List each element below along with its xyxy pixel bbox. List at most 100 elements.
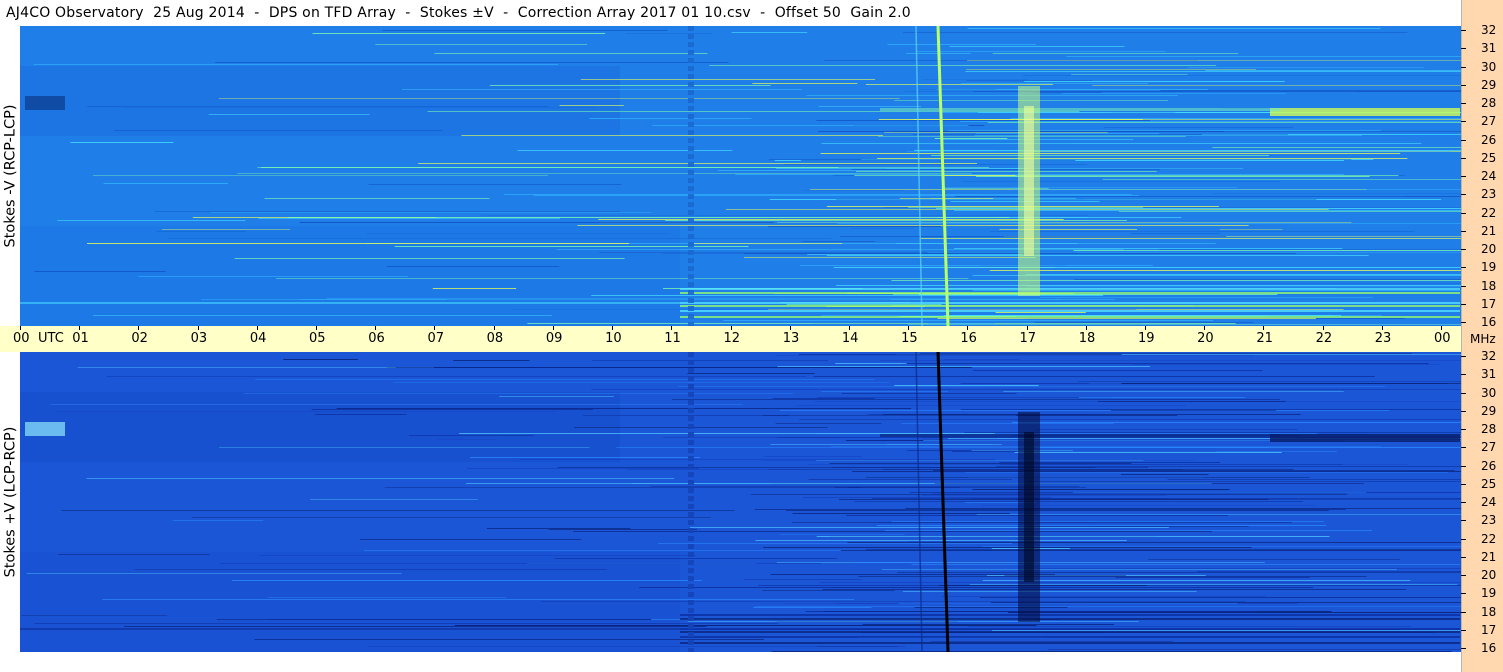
spectrogram-streak	[986, 389, 1380, 390]
vertical-stripe	[688, 616, 694, 621]
vertical-stripe	[688, 576, 694, 581]
spectrogram-streak	[162, 229, 291, 230]
spectrogram-streak	[1024, 81, 1285, 82]
spectrogram-streak	[310, 499, 478, 500]
vertical-stripe	[688, 210, 694, 215]
spectrogram-streak	[865, 84, 1053, 85]
interference-band	[680, 636, 1460, 638]
freq-tick-mark	[1461, 593, 1466, 595]
spectrogram-streak	[658, 543, 1013, 544]
spectrogram-streak	[853, 562, 943, 563]
spectrogram-streak	[662, 437, 922, 438]
time-tick-label: 10	[605, 331, 622, 346]
spectrogram-streak	[50, 404, 743, 405]
vertical-stripe	[688, 408, 694, 413]
spectrogram-streak	[1148, 559, 1400, 560]
vertical-stripe	[688, 114, 694, 119]
freq-tick-label: 18	[1481, 278, 1497, 293]
vertical-stripe	[688, 544, 694, 549]
spectrogram-streak	[1131, 364, 1440, 365]
spectrogram-streak	[755, 540, 1127, 541]
spectrogram-streak	[883, 469, 1294, 470]
spectrogram-streak	[884, 530, 1372, 531]
vertical-stripe	[688, 306, 694, 311]
spectrogram-streak	[1023, 196, 1405, 197]
spectrogram-streak	[1074, 279, 1461, 280]
time-tick-label: 19	[1137, 331, 1155, 346]
time-tick-mark	[138, 326, 140, 330]
spectrogram-streak	[792, 522, 1292, 523]
spectrogram-streak	[365, 233, 669, 234]
spectrogram-streak	[817, 397, 1112, 398]
spectrogram-streak	[598, 219, 1064, 220]
vertical-stripe	[688, 226, 694, 231]
spectrogram-streak	[1014, 452, 1282, 453]
spectrogram-streak	[770, 574, 1055, 575]
spectrogram-streak	[1121, 383, 1461, 384]
spectrogram-streak	[1130, 233, 1220, 234]
time-tick-label: 02	[131, 331, 148, 346]
spectrogram-streak	[499, 396, 614, 397]
spectrogram-streak	[826, 255, 1369, 256]
spectrogram-streak	[517, 150, 733, 151]
time-tick-label: 23	[1374, 331, 1392, 346]
spectrogram-streak	[1102, 179, 1461, 180]
spectrogram-streak	[687, 373, 815, 374]
spectrogram-streak	[877, 158, 1408, 159]
spectrogram-streak	[1073, 250, 1461, 251]
spectrogram-streak	[1023, 75, 1461, 76]
spectrogram-streak	[723, 320, 1214, 321]
freq-tick-mark	[1461, 66, 1466, 68]
time-tick-label: 17	[1019, 331, 1037, 346]
freq-tick-label: 31	[1481, 41, 1497, 56]
spectrogram-streak	[311, 409, 594, 410]
spectrogram-streak	[1071, 74, 1188, 75]
freq-tick-label: 21	[1481, 549, 1497, 564]
spectrogram-streak	[459, 433, 995, 434]
freq-tick-label: 22	[1481, 531, 1497, 546]
time-tick-mark	[256, 326, 258, 330]
freq-tick-label: 16	[1481, 641, 1497, 655]
spectrogram-streak	[872, 498, 1461, 499]
vertical-stripe	[688, 512, 694, 517]
vertical-stripe	[688, 66, 694, 71]
freq-tick-label: 20	[1481, 568, 1497, 582]
interference-band	[680, 305, 1460, 307]
spectrogram-streak	[764, 456, 862, 457]
spectrogram-streak	[589, 118, 752, 119]
freq-tick-mark	[1461, 410, 1466, 412]
spectrogram-streak	[879, 360, 1461, 361]
freq-tick-label: 23	[1481, 513, 1497, 528]
spectrogram-streak	[927, 252, 1461, 253]
spectrogram-streak	[905, 508, 1461, 509]
vertical-stripe	[688, 400, 694, 405]
spectrogram-bottom-svg	[20, 352, 1461, 652]
vertical-stripe	[688, 290, 694, 295]
freq-tick-mark	[1461, 84, 1466, 86]
time-tick-label: 14	[841, 331, 859, 346]
interference-band	[680, 618, 1460, 620]
vertical-stripe	[688, 154, 694, 159]
freq-tick-mark	[1461, 285, 1466, 287]
vertical-stripe	[688, 584, 694, 589]
spectrogram-streak	[577, 225, 1249, 226]
spectrogram-streak	[1017, 451, 1338, 452]
chart-title: AJ4CO Observatory 25 Aug 2014 - DPS on T…	[6, 5, 911, 21]
interference-band	[20, 628, 680, 630]
spectrogram-streak	[548, 529, 697, 530]
spectrogram-streak	[939, 585, 1147, 586]
spectrogram-streak	[276, 278, 969, 279]
spectrogram-streak	[434, 53, 708, 54]
spectrogram-streak	[1205, 70, 1461, 71]
vertical-stripe	[688, 122, 694, 127]
spectrogram-streak	[690, 527, 1169, 528]
spectrogram-streak	[911, 564, 1461, 565]
spectrogram-streak	[533, 195, 1140, 196]
freq-tick-label: 23	[1481, 187, 1497, 202]
spectrogram-streak	[775, 423, 882, 424]
spectrogram-streak	[840, 550, 1461, 551]
spectrogram-streak	[779, 410, 1389, 411]
vertical-stripe	[688, 282, 694, 287]
spectrogram-streak	[803, 497, 1052, 498]
spectrogram-streak	[486, 528, 631, 529]
